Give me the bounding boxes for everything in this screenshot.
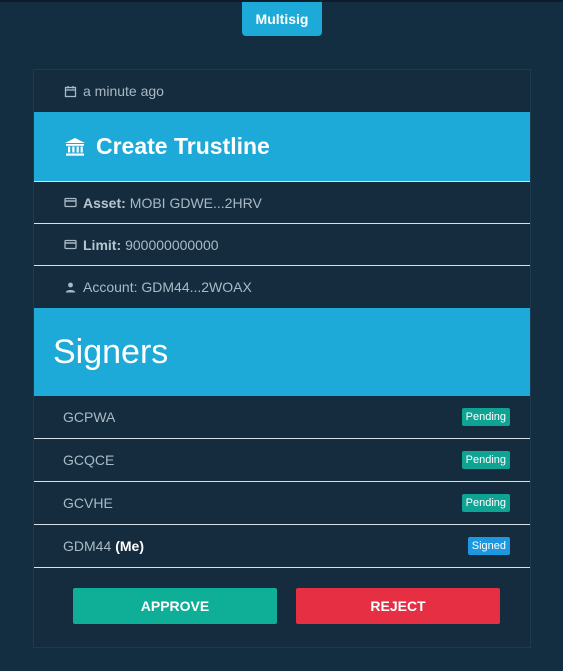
approve-button[interactable]: APPROVE bbox=[73, 588, 277, 624]
limit-row: Limit: 900000000000 bbox=[34, 224, 530, 266]
status-badge: Pending bbox=[461, 494, 510, 512]
multisig-page: Multisig a minute ago Create Trustline A… bbox=[0, 0, 563, 671]
asset-label: Asset: bbox=[83, 194, 126, 211]
status-badge: Pending bbox=[461, 408, 510, 426]
asset-row: Asset: MOBI GDWE...2HRV bbox=[34, 182, 530, 224]
signers-heading: Signers bbox=[53, 332, 169, 371]
calendar-icon bbox=[64, 85, 77, 98]
account-text: Account: GDM44...2WOAX bbox=[83, 279, 252, 295]
asset-value: MOBI GDWE...2HRV bbox=[129, 194, 262, 211]
signer-row: GCPWA Pending bbox=[34, 396, 530, 439]
signer-row: GCQCE Pending bbox=[34, 439, 530, 482]
action-bar: APPROVE REJECT bbox=[34, 568, 530, 624]
status-badge: Signed bbox=[467, 537, 510, 555]
signer-key: GCVHE bbox=[63, 495, 113, 511]
signer-key-wrap: GDM44 (Me) bbox=[63, 538, 144, 554]
operation-title-band: Create Trustline bbox=[34, 112, 530, 182]
card-icon bbox=[64, 196, 77, 209]
bank-icon bbox=[64, 136, 86, 158]
timestamp-row: a minute ago bbox=[34, 70, 530, 112]
timestamp-text: a minute ago bbox=[83, 83, 164, 99]
signer-key: GCPWA bbox=[63, 409, 116, 425]
signer-key: GCQCE bbox=[63, 452, 115, 468]
signer-row: GDM44 (Me) Signed bbox=[34, 525, 530, 568]
signers-heading-band: Signers bbox=[34, 308, 530, 396]
card-icon bbox=[64, 238, 77, 251]
account-row: Account: GDM44...2WOAX bbox=[34, 266, 530, 308]
multisig-tab[interactable]: Multisig bbox=[242, 2, 322, 36]
signer-row: GCVHE Pending bbox=[34, 482, 530, 525]
reject-button[interactable]: REJECT bbox=[296, 588, 500, 624]
limit-label: Limit: bbox=[83, 236, 122, 253]
limit-value: 900000000000 bbox=[125, 236, 219, 253]
operation-title: Create Trustline bbox=[96, 133, 270, 159]
transaction-card: a minute ago Create Trustline Asset: MOB… bbox=[33, 69, 531, 648]
status-badge: Pending bbox=[461, 451, 510, 469]
signer-key: GDM44 bbox=[63, 538, 112, 554]
me-label: (Me) bbox=[115, 538, 145, 554]
person-icon bbox=[64, 281, 77, 294]
